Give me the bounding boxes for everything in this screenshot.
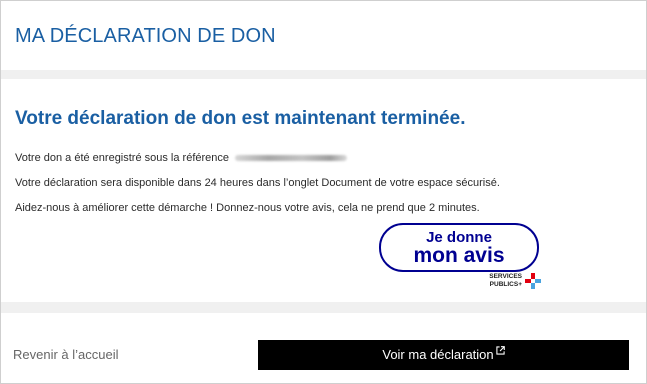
- feedback-prompt: Aidez-nous à améliorer cette démarche ! …: [15, 202, 480, 214]
- services-publics-logo: SERVICES PUBLICS+: [481, 273, 543, 291]
- confirmation-card: Votre déclaration de don est maintenant …: [1, 79, 646, 302]
- services-publics-text: SERVICES PUBLICS+: [481, 273, 522, 288]
- reference-line: Votre don a été enregistré sous la référ…: [15, 152, 348, 164]
- plus-cross-icon: [525, 273, 541, 289]
- page-title: MA DÉCLARATION DE DON: [15, 25, 276, 47]
- external-link-icon: [496, 346, 505, 355]
- confirmation-title: Votre déclaration de don est maintenant …: [15, 108, 466, 129]
- view-declaration-label: Voir ma déclaration: [382, 347, 494, 362]
- services-publics-line1: SERVICES: [489, 273, 522, 280]
- reference-label: Votre don a été enregistré sous la référ…: [15, 152, 230, 164]
- footer-actions: Revenir à l’accueil Voir ma déclaration: [1, 313, 646, 383]
- reference-redacted: [235, 155, 348, 162]
- give-feedback-button[interactable]: Je donne mon avis: [379, 223, 539, 272]
- availability-text: Votre déclaration sera disponible dans 2…: [15, 177, 500, 189]
- feedback-button-line2: mon avis: [413, 244, 505, 267]
- back-to-home-link[interactable]: Revenir à l’accueil: [13, 347, 119, 362]
- header: MA DÉCLARATION DE DON: [1, 1, 646, 70]
- services-publics-line2: PUBLICS+: [489, 280, 522, 288]
- view-declaration-button[interactable]: Voir ma déclaration: [258, 340, 629, 370]
